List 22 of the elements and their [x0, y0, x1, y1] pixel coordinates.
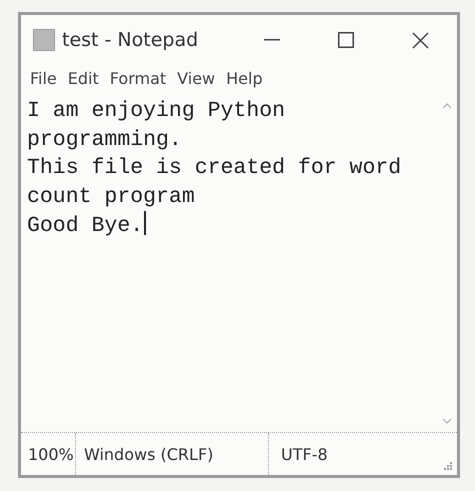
menu-item[interactable]: Help [226, 69, 263, 95]
menu-item[interactable]: Format [110, 69, 166, 95]
scroll-down-icon[interactable] [442, 418, 452, 424]
window-title: test - Notepad [62, 29, 200, 51]
text-line: programming. [27, 126, 182, 154]
text-area[interactable]: I am enjoying Python programming. This file is created for word count program Good Bye. [21, 95, 437, 432]
maximize-icon [338, 32, 354, 48]
encoding: UTF-8 [280, 444, 329, 464]
text-line: Good Bye. [27, 211, 146, 240]
text-line: count program [27, 184, 195, 210]
menu-item[interactable]: View [177, 69, 216, 95]
text-line: I am enjoying Python [27, 98, 286, 125]
notepad-icon [33, 29, 55, 51]
scroll-up-icon[interactable] [442, 103, 452, 109]
zoom-level: 100% [21, 433, 76, 475]
text-line: This file is created for word [27, 155, 402, 182]
minimize-icon [264, 39, 280, 41]
line-ending: Windows (CRLF) [76, 433, 269, 475]
close-icon [412, 32, 428, 48]
menu-item[interactable]: Edit [68, 69, 99, 95]
resize-grip-icon[interactable] [443, 461, 453, 471]
menu-item[interactable]: File [30, 69, 57, 95]
